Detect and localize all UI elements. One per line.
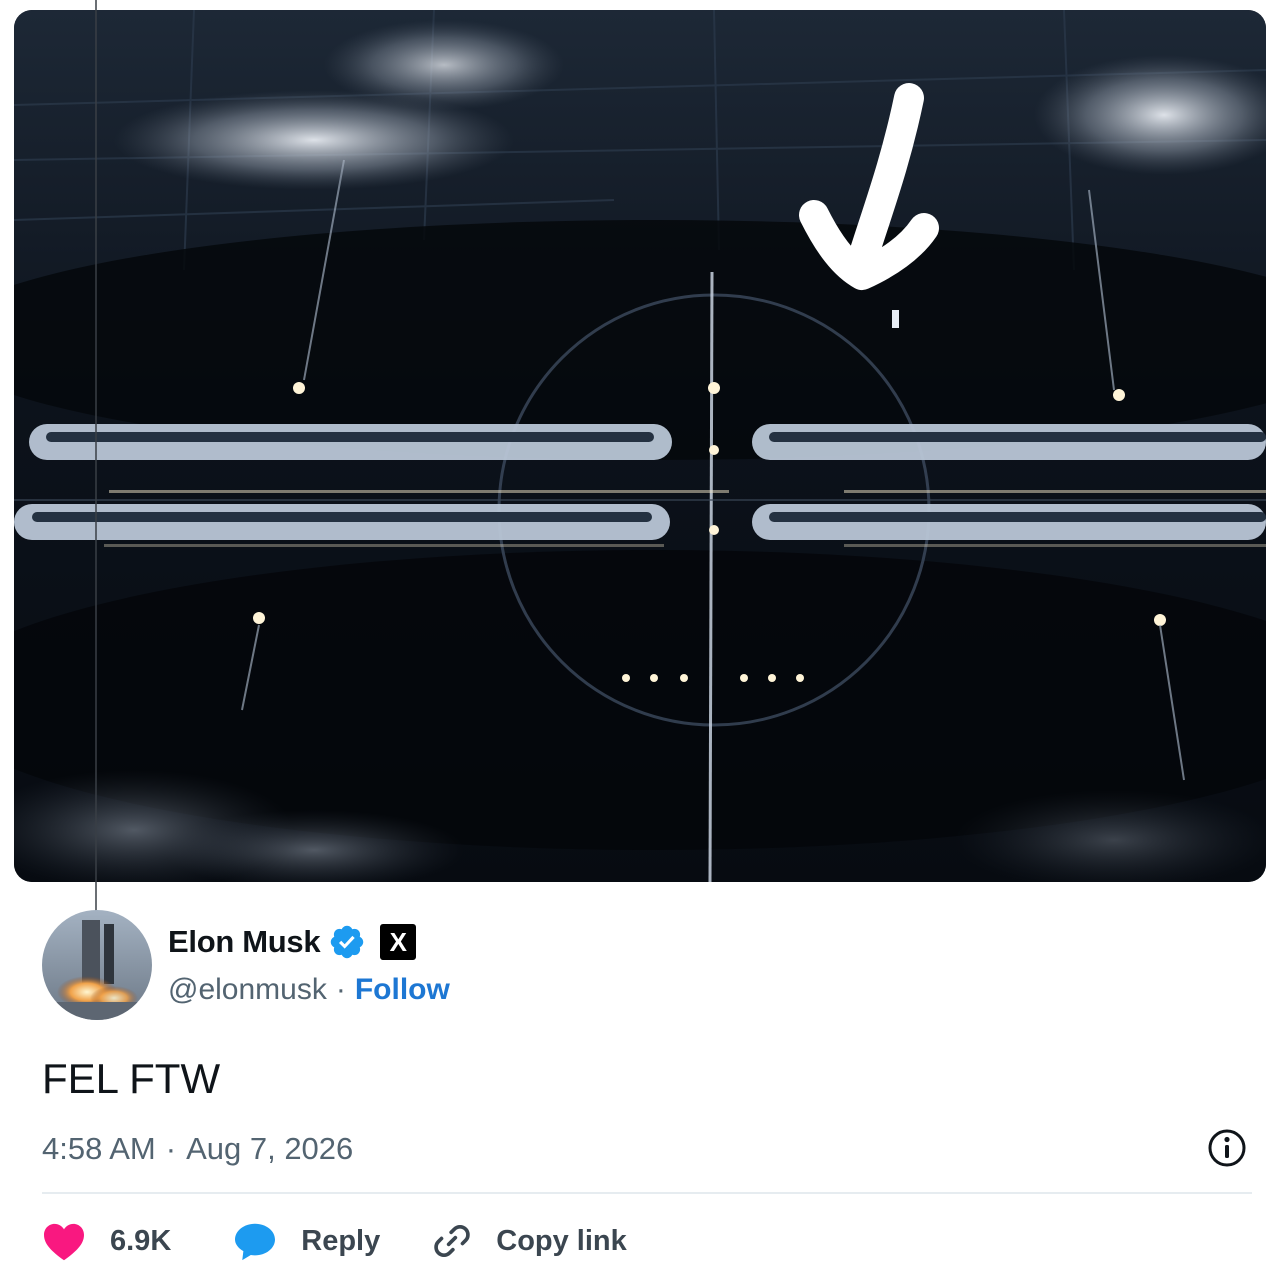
copy-link-button[interactable]: Copy link <box>432 1221 627 1261</box>
tweet-time[interactable]: 4:58 AM <box>42 1131 156 1167</box>
link-icon <box>434 1224 470 1258</box>
copy-link-label: Copy link <box>496 1224 627 1257</box>
tweet-date[interactable]: Aug 7, 2026 <box>186 1131 353 1167</box>
info-icon[interactable] <box>1205 1126 1249 1170</box>
tweet-actions: 6.9K Reply Copy link <box>42 1214 627 1268</box>
aerial-launch-site-illustration <box>14 10 1266 882</box>
tweet-media-image[interactable] <box>14 10 1266 882</box>
follow-button[interactable]: Follow <box>355 973 450 1007</box>
author-handle-row: @elonmusk · Follow <box>168 970 450 1010</box>
tweet-text: FEL FTW <box>42 1055 221 1102</box>
author-name-row: Elon Musk X <box>168 920 417 964</box>
heart-icon <box>44 1223 84 1261</box>
avatar-rocket-launch-image <box>42 910 152 1020</box>
divider <box>42 1192 1252 1194</box>
tweet-timestamp[interactable]: 4:58 AM · Aug 7, 2026 <box>42 1128 353 1170</box>
separator-dot: · <box>335 973 346 1006</box>
author-name[interactable]: Elon Musk <box>168 924 321 960</box>
x-logo-icon[interactable]: X <box>380 924 417 960</box>
avatar[interactable] <box>42 910 152 1020</box>
author-handle[interactable]: @elonmusk <box>168 973 327 1007</box>
verified-badge-icon <box>331 925 364 959</box>
like-button[interactable]: 6.9K <box>42 1221 171 1261</box>
reply-button[interactable]: Reply <box>233 1221 380 1261</box>
like-count: 6.9K <box>110 1224 172 1257</box>
reply-label: Reply <box>301 1224 381 1257</box>
speech-bubble-icon <box>235 1223 276 1261</box>
timestamp-separator: · <box>165 1131 177 1166</box>
thread-connector-line <box>95 0 97 915</box>
